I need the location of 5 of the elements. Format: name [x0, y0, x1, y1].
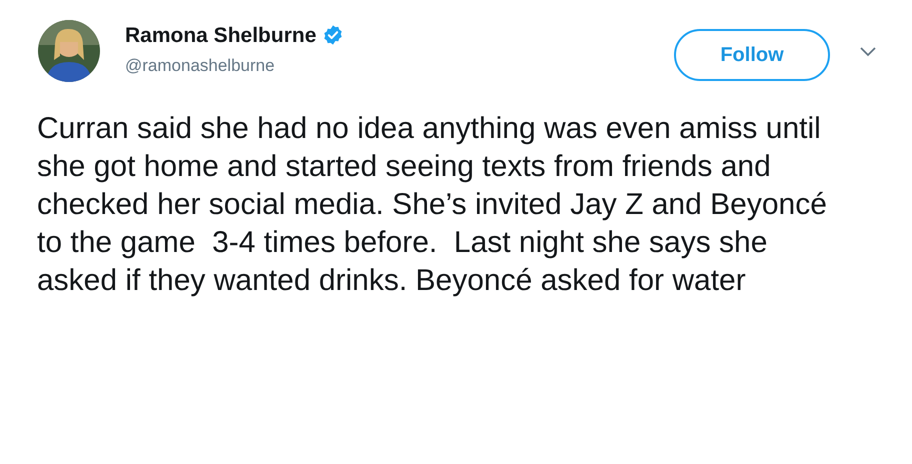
chevron-down-icon[interactable]: [860, 47, 876, 57]
follow-button[interactable]: Follow: [674, 29, 830, 81]
author-name[interactable]: Ramona Shelburne: [125, 20, 316, 51]
author-handle[interactable]: @ramonashelburne: [125, 53, 344, 78]
tweet-text: Curran said she had no idea anything was even amiss until she got home and started seeing texts from friends and checked her social media. She’s invited Jay Z and Beyoncé to the game 3-4 times before. Last night she says she asked if they wanted drinks. Beyoncé asked for water: [36, 111, 828, 299]
